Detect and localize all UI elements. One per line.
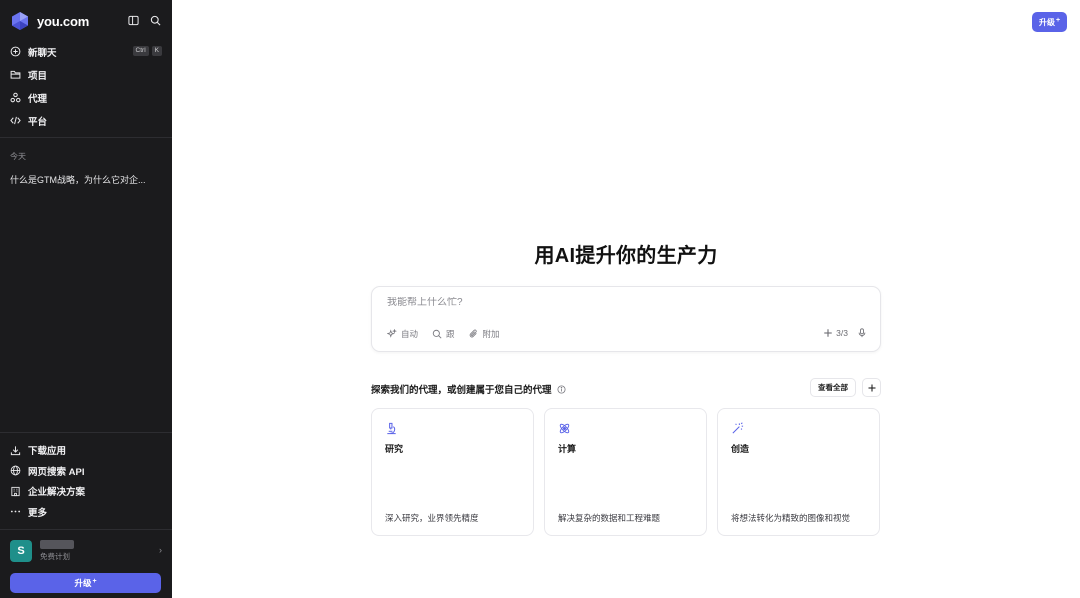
more-icon [10, 510, 21, 513]
search-mode-button[interactable]: 跟 [432, 328, 455, 340]
shortcut-hint: Ctrl K [132, 46, 162, 56]
agents-title: 探索我们的代理，或创建属于您自己的代理 [371, 382, 566, 396]
card-title: 创造 [731, 444, 750, 454]
agent-card-compute[interactable]: 计算 解决复杂的数据和工程难题 [544, 408, 707, 536]
agents-title-text: 探索我们的代理，或创建属于您自己的代理 [371, 385, 552, 396]
usage-counter[interactable]: 3/3 [823, 328, 848, 338]
you-logo-icon [12, 12, 28, 30]
paperclip-icon [469, 329, 477, 338]
folder-icon [10, 70, 21, 79]
avatar: S [10, 540, 32, 562]
sidebar-item-platform[interactable]: 平台 [0, 109, 172, 132]
plus-icon [824, 329, 832, 337]
view-all-button[interactable]: 查看全部 [810, 378, 856, 397]
card-title: 计算 [558, 444, 577, 454]
brand-name: you.com [37, 13, 90, 29]
sidebar-item-label: 更多 [28, 507, 48, 519]
agents-icon [10, 92, 21, 103]
page-title: 用AI提升你的生产力 [534, 245, 718, 267]
microphone-icon[interactable] [857, 328, 867, 338]
upgrade-button[interactable]: 升级 + [10, 573, 161, 593]
card-description: 将想法转化为精致的图像和视觉 [731, 513, 851, 523]
sidebar-divider [0, 529, 172, 530]
agent-card-research[interactable]: 研究 深入研究，业界领先精度 [371, 408, 534, 536]
user-name-redacted [40, 540, 74, 549]
search-icon[interactable] [150, 15, 161, 26]
tool-label: 附加 [482, 329, 500, 339]
sidebar-bottom-nav: 下载应用 网页搜索 API 企业解决方案 更多 [0, 440, 172, 522]
globe-icon [10, 465, 21, 476]
upgrade-label: 升级 [1038, 17, 1055, 27]
prompt-input[interactable] [387, 297, 857, 308]
plus-icon [868, 384, 875, 391]
sidebar-item-label: 代理 [28, 93, 48, 105]
sparkle-icon [387, 329, 397, 338]
sidebar-item-download-app[interactable]: 下载应用 [0, 440, 172, 461]
kbd-ctrl: Ctrl [132, 46, 149, 56]
card-title: 研究 [385, 444, 404, 454]
prompt-box: 自动 跟 附加 3/3 [371, 286, 881, 352]
agent-card-create[interactable]: 创造 将想法转化为精致的图像和视觉 [717, 408, 880, 536]
sidebar-item-label: 新聊天 [28, 47, 57, 59]
info-icon[interactable] [557, 384, 566, 394]
chevron-right-icon: › [159, 545, 162, 555]
sidebar-item-label: 企业解决方案 [28, 487, 86, 499]
tool-label: 自动 [401, 329, 419, 339]
agent-cards: 研究 深入研究，业界领先精度 计算 解决复杂的数据和工程难题 创造 将想法转化为… [371, 408, 881, 536]
attach-button[interactable]: 附加 [469, 328, 500, 340]
plus-icon: + [1055, 16, 1061, 24]
user-info: 免费计划 [40, 540, 74, 562]
sidebar-item-enterprise[interactable]: 企业解决方案 [0, 481, 172, 502]
building-icon [11, 486, 20, 496]
sidebar-item-projects[interactable]: 项目 [0, 63, 172, 86]
sidebar-top-icons [128, 15, 161, 26]
history-group-label: 今天 [10, 152, 26, 161]
search-icon [432, 329, 442, 339]
sidebar-divider [0, 137, 172, 138]
tool-label: 跟 [446, 329, 455, 339]
prompt-tools: 自动 跟 附加 [387, 328, 500, 340]
sidebar-divider [0, 432, 172, 433]
sidebar-item-agents[interactable]: 代理 [0, 86, 172, 109]
user-profile[interactable]: S 免费计划 › [10, 539, 162, 563]
card-description: 解决复杂的数据和工程难题 [558, 513, 661, 523]
card-description: 深入研究，业界领先精度 [385, 513, 479, 523]
sidebar-item-label: 项目 [28, 70, 48, 82]
plus-circle-icon [10, 46, 21, 57]
agents-header: 探索我们的代理，或创建属于您自己的代理 查看全部 [371, 378, 881, 398]
add-agent-button[interactable] [862, 378, 881, 397]
kbd-k: K [151, 46, 162, 56]
sidebar-toggle-icon[interactable] [128, 15, 139, 26]
download-icon [10, 446, 21, 455]
code-icon [10, 116, 21, 125]
sidebar-item-more[interactable]: 更多 [0, 502, 172, 523]
sidebar-item-web-search-api[interactable]: 网页搜索 API [0, 461, 172, 482]
sidebar-item-label: 网页搜索 API [28, 466, 85, 478]
atom-icon [559, 423, 570, 434]
sidebar: you.com 新聊天 Ctrl K 项目 代理 平台 今天 什么是GTM战略，… [0, 0, 172, 598]
plus-icon: + [92, 577, 97, 585]
sidebar-item-label: 平台 [28, 116, 48, 128]
history-item[interactable]: 什么是GTM战略，为什么它对企... [10, 173, 162, 186]
user-plan: 免费计划 [40, 552, 70, 561]
upgrade-button-header[interactable]: 升级 + [1032, 12, 1067, 32]
prompt-tools-right: 3/3 [823, 328, 867, 338]
mode-auto-button[interactable]: 自动 [387, 328, 418, 340]
sidebar-item-new-chat[interactable]: 新聊天 Ctrl K [0, 40, 172, 63]
sidebar-item-label: 下载应用 [28, 446, 67, 458]
upgrade-label: 升级 [74, 578, 92, 588]
counter-value: 3/3 [836, 328, 848, 338]
microscope-icon [387, 422, 396, 435]
magic-wand-icon [732, 422, 744, 434]
brand[interactable]: you.com [10, 11, 89, 31]
sidebar-nav: 新聊天 Ctrl K 项目 代理 平台 [0, 40, 172, 132]
